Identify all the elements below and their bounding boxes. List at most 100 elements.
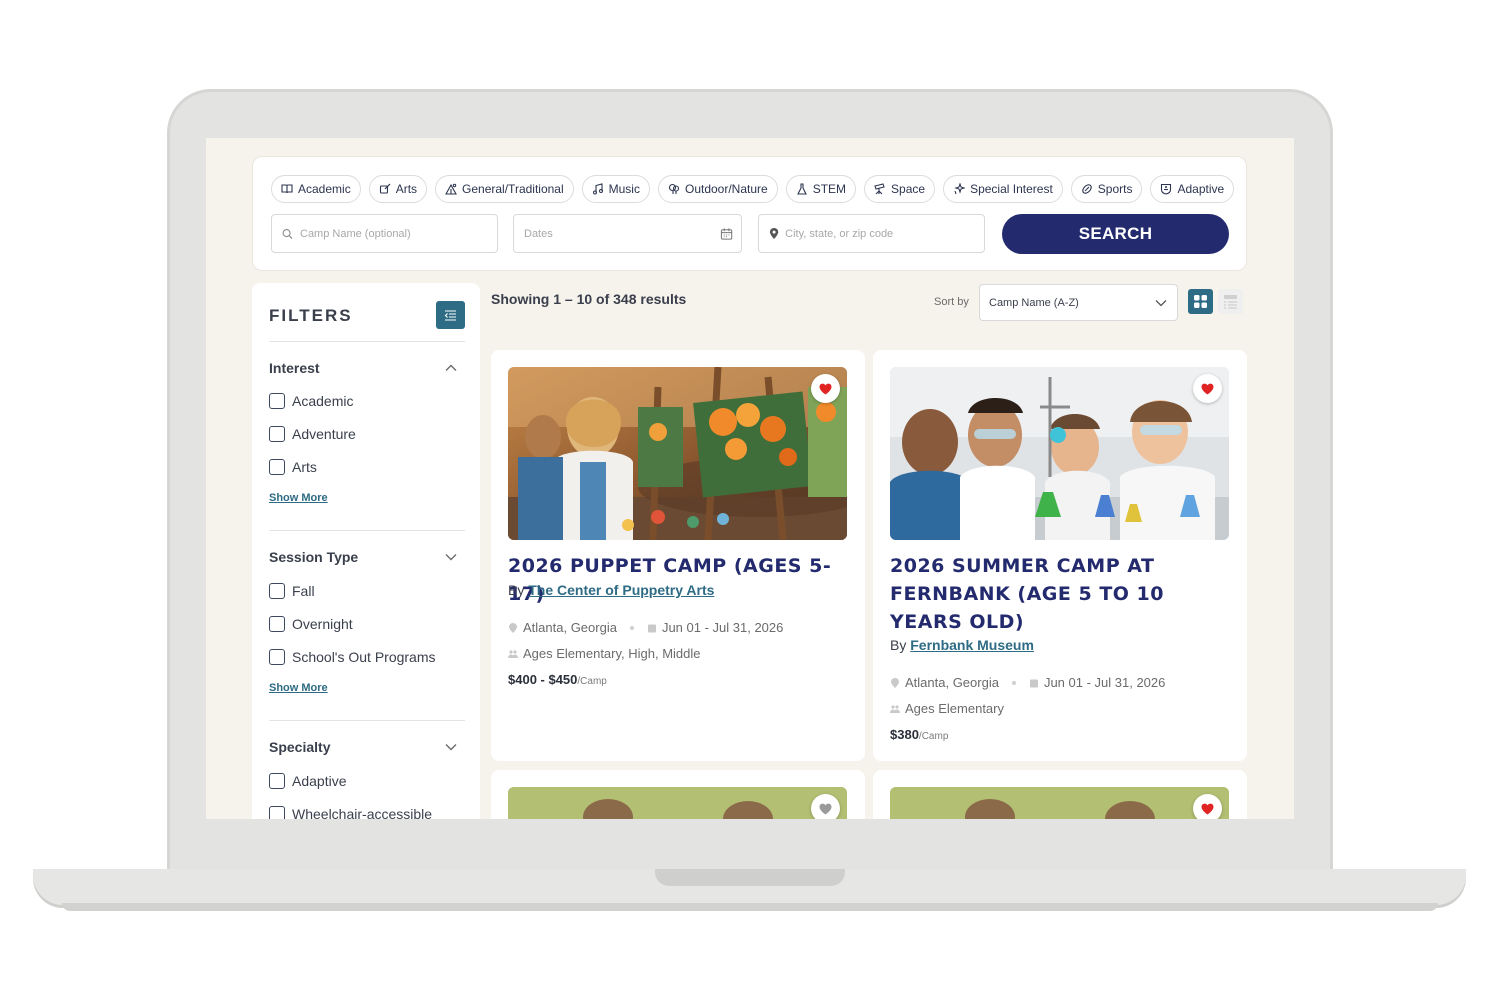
filter-option-wheelchair[interactable]: Wheelchair-accessible [269, 806, 432, 819]
heart-icon [819, 383, 832, 394]
camp-name-input[interactable] [300, 227, 497, 240]
filter-option-adaptive[interactable]: Adaptive [269, 773, 346, 789]
camp-price: $380/Camp [890, 727, 949, 742]
checkbox[interactable] [269, 806, 285, 819]
list-icon [1224, 295, 1237, 309]
checkbox[interactable] [269, 773, 285, 789]
search-panel: Academic Arts General/Traditional Music … [252, 156, 1247, 271]
chip-arts[interactable]: Arts [368, 175, 428, 203]
camp-image[interactable] [890, 787, 1229, 819]
chevron-down-icon [1155, 299, 1167, 306]
laptop-notch [655, 869, 845, 886]
camp-image-painting[interactable] [508, 367, 847, 540]
chip-special-interest[interactable]: Special Interest [943, 175, 1063, 203]
filters-title: FILTERS [269, 306, 353, 325]
grid-icon [1194, 295, 1207, 308]
sort-label: Sort by [934, 296, 969, 308]
camp-organizer: By The Center of Puppetry Arts [508, 582, 715, 598]
heart-outline-icon [819, 803, 832, 814]
favorite-button[interactable] [811, 374, 840, 403]
search-button[interactable]: SEARCH [1002, 214, 1229, 254]
tent-icon [445, 183, 457, 195]
filters-collapse-button[interactable] [436, 301, 465, 329]
calendar-icon [1029, 679, 1038, 687]
map-pin-icon [509, 622, 517, 633]
checkbox[interactable] [269, 459, 285, 475]
camp-image-science[interactable] [890, 367, 1229, 540]
sort-select[interactable]: Camp Name (A-Z) [979, 284, 1178, 321]
show-more-interest-link[interactable]: Show More [269, 492, 328, 504]
list-view-button[interactable] [1218, 289, 1243, 314]
camp-name-field[interactable] [271, 214, 498, 253]
filter-group-session-type-title[interactable]: Session Type [269, 549, 358, 565]
favorite-button[interactable] [811, 794, 840, 819]
filter-option-adventure[interactable]: Adventure [269, 426, 356, 442]
separator-dot [1011, 680, 1016, 685]
chip-music[interactable]: Music [581, 175, 650, 203]
camp-location-dates: Atlanta, Georgia Jun 01 - Jul 31, 2026 [890, 675, 1165, 690]
chevron-down-icon[interactable] [444, 740, 458, 754]
palette-icon [379, 183, 391, 194]
interest-chips: Academic Arts General/Traditional Music … [271, 175, 1235, 203]
checkbox[interactable] [269, 393, 285, 409]
sparkle-icon [954, 183, 966, 195]
show-more-session-link[interactable]: Show More [269, 682, 328, 694]
accessibility-icon [1161, 183, 1172, 195]
checkbox[interactable] [269, 583, 285, 599]
telescope-icon [874, 183, 885, 195]
group-icon [508, 649, 518, 658]
calendar-icon[interactable] [720, 227, 733, 241]
chevron-down-icon[interactable] [444, 550, 458, 564]
sort-select-value: Camp Name (A-Z) [989, 296, 1079, 309]
favorite-button[interactable] [1193, 374, 1222, 403]
favorite-button[interactable] [1193, 794, 1222, 819]
checkbox[interactable] [269, 649, 285, 665]
map-pin-icon [891, 677, 899, 688]
heart-icon [1201, 803, 1214, 814]
divider [269, 341, 465, 342]
chevron-up-icon[interactable] [444, 361, 458, 375]
camp-organizer: By Fernbank Museum [890, 637, 1034, 653]
location-input[interactable] [785, 227, 984, 240]
screen: Academic Arts General/Traditional Music … [206, 138, 1294, 819]
camp-price: $400 - $450/Camp [508, 672, 607, 687]
tree-icon [668, 183, 680, 194]
filter-option-overnight[interactable]: Overnight [269, 616, 353, 632]
music-note-icon [592, 183, 603, 195]
camp-title[interactable]: 2026 Summer Camp at Fernbank (Age 5 to 1… [890, 552, 1230, 636]
camp-ages: Ages Elementary [890, 701, 1004, 716]
camp-title[interactable]: 2026 Puppet Camp (Ages 5-17) [508, 552, 848, 608]
chip-outdoor-nature[interactable]: Outdoor/Nature [657, 175, 778, 203]
filter-group-interest-title[interactable]: Interest [269, 360, 320, 376]
filter-option-schools-out[interactable]: School's Out Programs [269, 649, 436, 665]
laptop-foot [62, 903, 1438, 911]
camp-card[interactable] [491, 770, 865, 819]
organizer-link[interactable]: Fernbank Museum [910, 637, 1034, 653]
divider [269, 530, 465, 531]
location-field[interactable] [758, 214, 985, 253]
chip-academic[interactable]: Academic [271, 175, 361, 203]
camp-card[interactable]: 2026 Puppet Camp (Ages 5-17) By The Cent… [491, 350, 865, 761]
filter-option-academic[interactable]: Academic [269, 393, 353, 409]
checkbox[interactable] [269, 426, 285, 442]
dates-input[interactable] [524, 227, 720, 240]
chip-adaptive[interactable]: Adaptive [1150, 175, 1235, 203]
chip-stem[interactable]: STEM [785, 175, 857, 203]
organizer-link[interactable]: The Center of Puppetry Arts [528, 582, 714, 598]
chip-sports[interactable]: Sports [1070, 175, 1143, 203]
checkbox[interactable] [269, 616, 285, 632]
camp-card[interactable]: 2026 Summer Camp at Fernbank (Age 5 to 1… [873, 350, 1247, 761]
chip-general-traditional[interactable]: General/Traditional [435, 175, 574, 203]
dates-field[interactable] [513, 214, 742, 253]
camp-card[interactable] [873, 770, 1247, 819]
camp-location-dates: Atlanta, Georgia Jun 01 - Jul 31, 2026 [508, 620, 783, 635]
camp-image[interactable] [508, 787, 847, 819]
grid-view-button[interactable] [1188, 289, 1213, 314]
filter-group-specialty-title[interactable]: Specialty [269, 739, 330, 755]
results-count: Showing 1 – 10 of 348 results [491, 291, 687, 307]
filter-option-fall[interactable]: Fall [269, 583, 315, 599]
chip-space[interactable]: Space [864, 175, 936, 203]
flask-icon [796, 183, 807, 195]
filter-option-arts[interactable]: Arts [269, 459, 317, 475]
group-icon [890, 704, 900, 713]
